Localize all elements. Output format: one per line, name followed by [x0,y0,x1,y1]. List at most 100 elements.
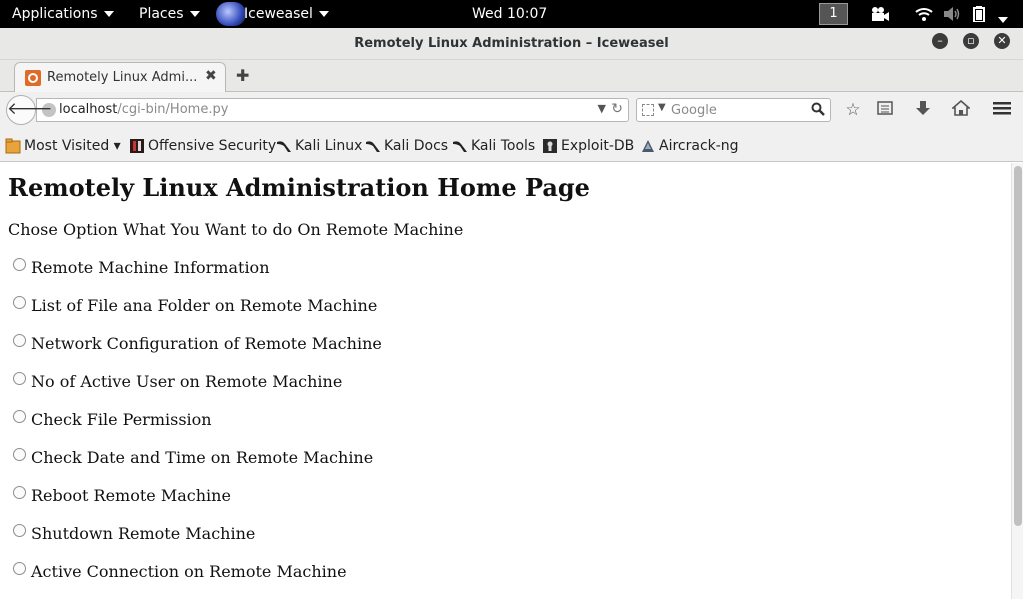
bookmark-label: Aircrack-ng [659,138,739,154]
radio-button[interactable] [13,410,26,423]
downloads-icon[interactable] [912,100,934,120]
vertical-scrollbar[interactable] [1011,163,1023,599]
wifi-icon[interactable] [915,5,933,23]
bookmark-kali-linux[interactable]: Kali Linux [276,138,362,154]
option-remote-machine-information[interactable]: Remote Machine Information [13,258,270,277]
volume-icon[interactable] [944,5,962,23]
iceweasel-icon [216,2,246,26]
chevron-down-icon [189,11,200,17]
chevron-down-icon [103,11,114,17]
battery-icon[interactable] [973,5,985,23]
option-check-date-time[interactable]: Check Date and Time on Remote Machine [13,448,373,467]
tab-strip: Remotely Linux Admi... ✖ ✚ [0,60,1023,93]
search-box[interactable]: ▼ [636,98,831,122]
option-reboot[interactable]: Reboot Remote Machine [13,486,231,505]
option-shutdown[interactable]: Shutdown Remote Machine [13,524,255,543]
radio-button[interactable] [13,562,26,575]
option-label: Remote Machine Information [31,258,270,277]
page-title: Remotely Linux Administration Home Page [8,173,590,202]
hamburger-menu-icon[interactable] [991,100,1013,120]
radio-button[interactable] [13,296,26,309]
top-panel: Applications Places Iceweasel Wed 10:07 … [0,0,1023,28]
kali-dragon-icon [277,141,291,152]
kali-dragon-icon [366,141,380,152]
kali-dragon-icon [453,141,467,152]
search-engine-dropdown-icon[interactable]: ▼ [658,102,666,113]
search-engine-icon[interactable] [642,104,654,116]
url-path: /cgi-bin/Home.py [117,102,229,117]
url-bar[interactable]: localhost/cgi-bin/Home.py ▼ ↻ [36,98,629,122]
option-active-users[interactable]: No of Active User on Remote Machine [13,372,342,391]
radio-button[interactable] [13,448,26,461]
option-label: Reboot Remote Machine [31,486,231,505]
option-label: No of Active User on Remote Machine [31,372,343,391]
places-menu[interactable]: Places [139,0,200,28]
bookmark-most-visited[interactable]: Most Visited ▾ [5,138,121,154]
bookmark-aircrack-ng[interactable]: Aircrack-ng [640,138,739,154]
back-button[interactable]: 🡐 [6,95,53,125]
reload-icon[interactable]: ↻ [611,101,623,117]
offensive-security-icon [130,139,144,153]
option-label: Network Configuration of Remote Machine [31,334,382,353]
tab-remote-admin[interactable]: Remotely Linux Admi... ✖ [14,62,226,93]
url-host: localhost [59,102,118,117]
option-list-files-folders[interactable]: List of File ana Folder on Remote Machin… [13,296,377,315]
option-check-file-permission[interactable]: Check File Permission [13,410,212,429]
tab-close-icon[interactable]: ✖ [205,68,217,84]
option-network-configuration[interactable]: Network Configuration of Remote Machine [13,334,382,353]
minimize-icon[interactable]: – [932,33,948,49]
most-visited-icon [5,138,21,154]
scrollbar-thumb[interactable] [1014,166,1022,526]
bookmark-label: Kali Docs [384,138,449,154]
chevron-down-icon [318,11,329,17]
window-titlebar[interactable]: Remotely Linux Administration – Icewease… [0,28,1023,60]
bookmark-kali-tools[interactable]: Kali Tools [452,138,535,154]
bookmark-star-icon[interactable]: ☆ [842,100,864,120]
bookmark-label: Offensive Security [148,138,277,154]
bookmark-label: Kali Tools [471,138,536,154]
bookmark-label: Most Visited ▾ [24,138,121,154]
bookmarks-toolbar: Most Visited ▾ Offensive Security Kali L… [0,128,1023,162]
app-menu-label: Iceweasel [244,6,313,22]
bookmark-exploit-db[interactable]: Exploit-DB [542,138,634,154]
option-label: List of File ana Folder on Remote Machin… [31,296,378,315]
close-window-icon[interactable]: ✕ [994,33,1010,49]
home-icon[interactable] [950,99,972,120]
search-icon[interactable] [811,102,825,116]
exploit-db-icon [543,139,557,153]
system-menu-chevron-icon[interactable] [998,11,1008,29]
bookmark-label: Exploit-DB [561,138,635,154]
clock-label: Wed 10:07 [472,6,548,22]
workspace-indicator[interactable]: 1 [819,3,848,25]
page-instructions: Chose Option What You Want to do On Remo… [8,220,464,239]
applications-menu-label: Applications [12,6,98,22]
bookmark-offensive-security[interactable]: Offensive Security [129,138,276,154]
app-menu[interactable]: Iceweasel [216,0,329,28]
radio-button[interactable] [13,372,26,385]
aircrack-icon [642,140,654,152]
window-title: Remotely Linux Administration – Icewease… [354,36,669,51]
option-label: Shutdown Remote Machine [31,524,256,543]
tab-label: Remotely Linux Admi... [47,70,198,85]
places-menu-label: Places [139,6,184,22]
history-dropdown-icon[interactable]: ▼ [598,102,606,115]
navigation-bar: localhost/cgi-bin/Home.py ▼ ↻ 🡐 ▼ ☆ [0,92,1023,128]
radio-button[interactable] [13,524,26,537]
clock[interactable]: Wed 10:07 [472,0,547,28]
option-label: Check File Permission [31,410,212,429]
maximize-icon[interactable]: ▫ [963,33,979,49]
page-content: Remotely Linux Administration Home Page … [0,163,1011,599]
arrow-left-icon: 🡐 [7,99,53,119]
radio-button[interactable] [13,258,26,271]
option-active-connection[interactable]: Active Connection on Remote Machine [13,562,347,581]
radio-button[interactable] [13,334,26,347]
radio-button[interactable] [13,486,26,499]
search-input[interactable] [671,101,806,119]
xampp-favicon-icon [25,70,41,86]
option-label: Check Date and Time on Remote Machine [31,448,374,467]
applications-menu[interactable]: Applications [12,0,114,28]
new-tab-icon[interactable]: ✚ [236,66,249,85]
reading-list-icon[interactable] [874,100,896,120]
bookmark-kali-docs[interactable]: Kali Docs [365,138,448,154]
video-icon[interactable] [870,5,890,23]
